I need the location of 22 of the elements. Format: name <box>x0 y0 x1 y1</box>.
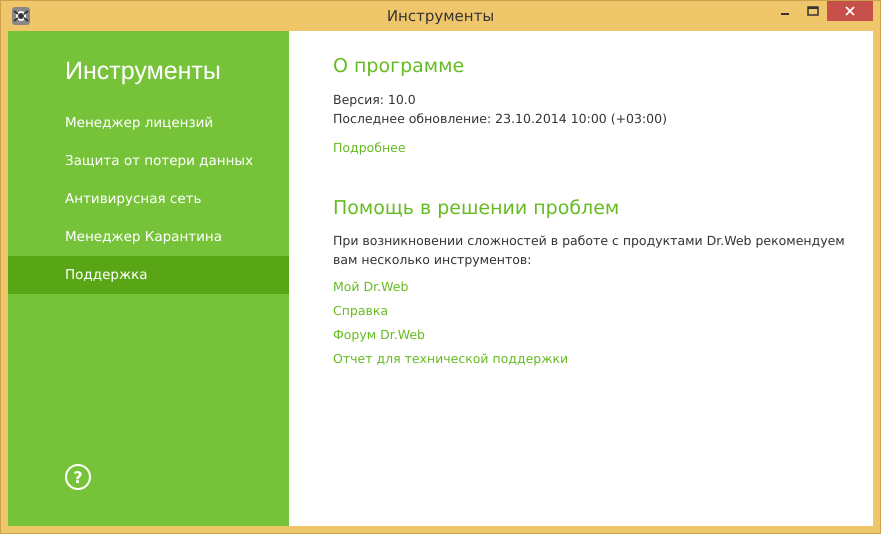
help-button[interactable]: ? <box>65 464 91 490</box>
version-text: Версия: 10.0 <box>333 91 417 109</box>
help-link[interactable]: Форум Dr.Web <box>333 327 425 342</box>
more-link[interactable]: Подробнее <box>333 140 406 155</box>
help-link[interactable]: Мой Dr.Web <box>333 279 408 294</box>
section-heading: Помощь в решении проблем <box>333 197 620 219</box>
help-link[interactable]: Отчет для технической поддержки <box>333 351 568 366</box>
section-heading: О программе <box>333 55 466 77</box>
sidebar-item[interactable]: Поддержка <box>8 256 289 294</box>
sidebar-item[interactable]: Антивирусная сеть <box>8 180 289 218</box>
maximize-icon <box>807 6 819 16</box>
sidebar-item[interactable]: Защита от потери данных <box>8 142 289 180</box>
sidebar-item[interactable]: Менеджер Карантина <box>8 218 289 256</box>
window-title: Инструменты <box>386 7 494 25</box>
help-link[interactable]: Справка <box>333 303 388 318</box>
sidebar-item[interactable]: Менеджер лицензий <box>8 104 289 142</box>
close-button[interactable] <box>827 1 873 21</box>
sidebar-title: Инструменты <box>65 57 222 86</box>
update-text: Последнее обновление: 23.10.2014 10:00 (+03:00) <box>333 110 668 128</box>
minimize-icon <box>781 13 789 15</box>
help-description: При возникновении сложностей в работе с продуктами Dr.Web рекомендуем вам несколько инструментов: <box>333 232 846 269</box>
close-icon <box>845 6 855 16</box>
